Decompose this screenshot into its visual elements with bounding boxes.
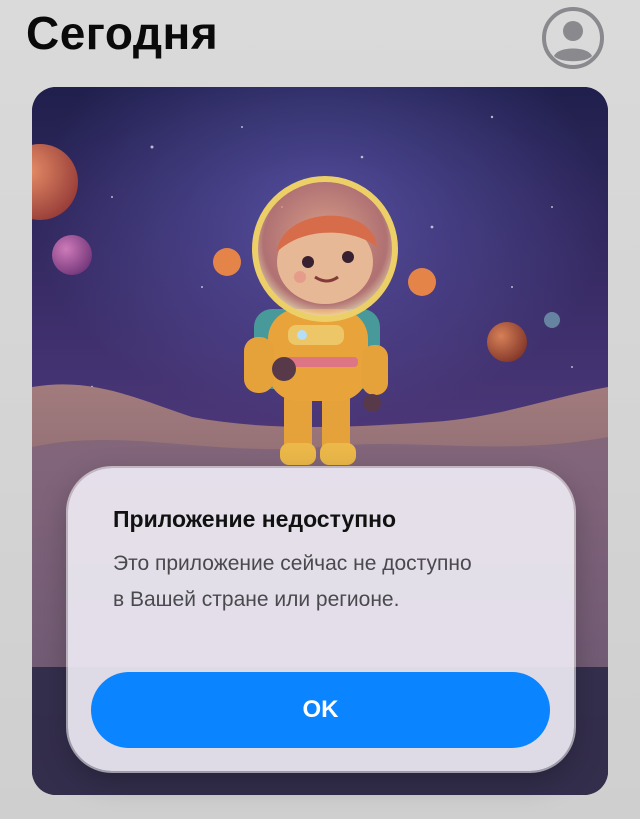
- account-button[interactable]: [541, 6, 605, 70]
- today-screen: Сегодня Приложение недоступно Это прилож…: [0, 0, 640, 819]
- ok-button[interactable]: OK: [91, 672, 550, 748]
- page-title: Сегодня: [26, 7, 219, 59]
- unavailable-alert-dialog: Приложение недоступно Это приложение сей…: [68, 468, 574, 771]
- person-circle-icon: [542, 7, 604, 69]
- alert-message: Это приложение сейчас не доступно в Ваше…: [113, 552, 472, 611]
- alert-title: Приложение недоступно: [113, 506, 397, 532]
